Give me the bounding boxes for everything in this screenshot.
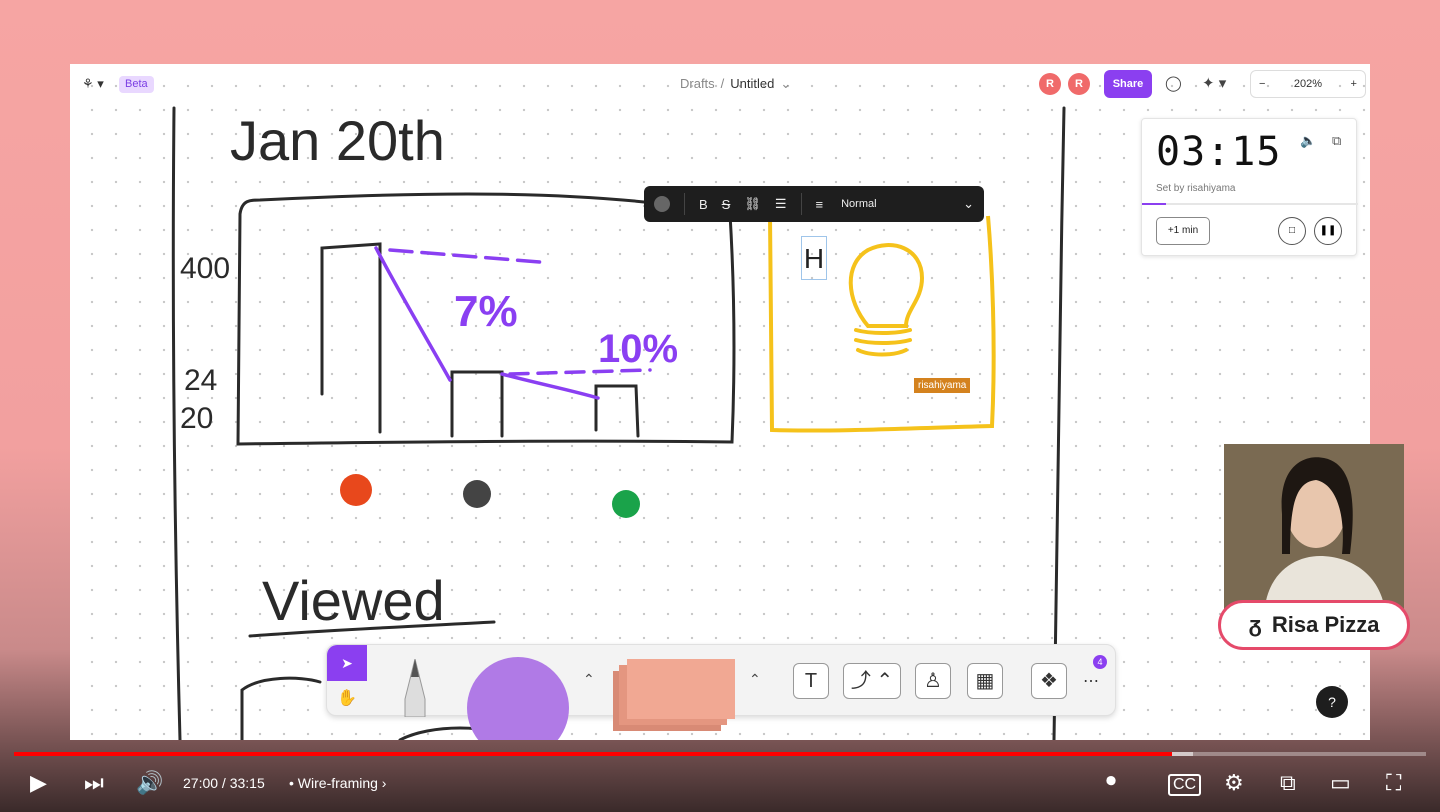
theater-button[interactable]: ▭ bbox=[1330, 770, 1351, 796]
played-bar bbox=[14, 752, 1172, 756]
player-controls: ▶ ⏭ 🔊 27:00 / 33:15 • Wire-framing › ⏺ C… bbox=[0, 762, 1440, 806]
notification-badge: 4 bbox=[1093, 655, 1107, 669]
whiteboard-window: ⚘ ▾ Beta Drafts / Untitled ⌄ R R Share ◯… bbox=[70, 64, 1370, 740]
dark-dot bbox=[463, 480, 491, 508]
presenter-name: Risa Pizza bbox=[1271, 612, 1380, 637]
strikethrough-button[interactable]: S bbox=[722, 197, 731, 212]
webcam-image bbox=[1224, 444, 1404, 620]
components-icon: ❖ bbox=[1040, 670, 1058, 692]
play-button[interactable]: ▶ bbox=[30, 770, 47, 796]
board-left-line bbox=[171, 106, 182, 740]
list-icon[interactable]: ☰ bbox=[775, 196, 787, 212]
divider bbox=[800, 193, 802, 215]
sticky-note-tool[interactable] bbox=[627, 659, 735, 719]
stamp-icon: ♙ bbox=[924, 670, 942, 692]
cursor-label: risahiyama bbox=[914, 378, 971, 393]
trend-line-1 bbox=[374, 246, 452, 382]
align-icon[interactable]: ≡ bbox=[816, 197, 824, 212]
trend-dash-1 bbox=[388, 248, 542, 264]
cursor-arrow-icon: ➤ bbox=[341, 655, 353, 671]
section-tool[interactable]: ▦ bbox=[967, 663, 1003, 699]
pause-button[interactable]: ❚❚ bbox=[1314, 217, 1342, 245]
lightbulb-icon bbox=[848, 243, 925, 328]
creation-toolbar: ➤ ✋ ⌃ ⌃ T ⤴ ⌃ ♙ ▦ ❖ 4 ⋯ bbox=[326, 644, 1116, 740]
webcam-overlay bbox=[1224, 444, 1404, 620]
y-label-mid: 24 bbox=[184, 364, 217, 397]
popout-icon[interactable]: ⧉ bbox=[1332, 133, 1341, 149]
name-tag: ᵹ Risa Pizza bbox=[1218, 600, 1410, 650]
captions-button[interactable]: CC bbox=[1168, 774, 1202, 796]
color-swatch[interactable] bbox=[654, 196, 670, 212]
percent-label-2: 10% bbox=[598, 327, 678, 371]
viewed-heading: Viewed bbox=[262, 569, 445, 632]
timer-widget: 03:15 🔈 ⧉ Set by risahiyama +1 min □ ❚❚ bbox=[1141, 118, 1358, 256]
components-tool[interactable]: ❖ bbox=[1031, 663, 1067, 699]
add-minute-button[interactable]: +1 min bbox=[1156, 217, 1210, 245]
chevron-down-icon[interactable]: ⌄ bbox=[963, 196, 974, 212]
progress-bar[interactable] bbox=[14, 752, 1426, 756]
help-button[interactable]: ? bbox=[1316, 686, 1348, 718]
link-icon[interactable]: ⛓ bbox=[744, 196, 761, 212]
sticky-text[interactable]: H bbox=[801, 236, 827, 280]
time-display: 27:00 / 33:15 bbox=[183, 775, 265, 791]
settings-icon[interactable]: ⚙ bbox=[1224, 770, 1244, 796]
shape-tool[interactable] bbox=[467, 657, 569, 740]
chapter-label: Wire-framing bbox=[297, 775, 378, 791]
bar-1 bbox=[320, 242, 382, 434]
stop-button[interactable]: □ bbox=[1278, 217, 1306, 245]
more-icon[interactable]: ⋯ bbox=[1083, 671, 1099, 691]
red-dot bbox=[340, 474, 372, 506]
text-format-toolbar: B S ⛓ ☰ ≡ Normal ⌄ bbox=[644, 186, 984, 222]
stamp-tool[interactable]: ♙ bbox=[915, 663, 951, 699]
hand-icon: ✋ bbox=[337, 690, 357, 707]
timer-display: 03:15 bbox=[1156, 129, 1282, 175]
bar-2 bbox=[450, 370, 504, 438]
y-label-low: 20 bbox=[180, 402, 213, 435]
select-tool[interactable]: ➤ bbox=[327, 645, 367, 681]
autoplay-toggle[interactable]: ⏺ bbox=[1106, 770, 1116, 793]
text-tool[interactable]: T bbox=[793, 663, 829, 699]
hand-tool[interactable]: ✋ bbox=[327, 681, 367, 717]
chapter-link[interactable]: • Wire-framing › bbox=[289, 775, 386, 791]
sketch-date: Jan 20th bbox=[230, 109, 445, 172]
fullscreen-button[interactable]: ⛶ bbox=[1386, 770, 1401, 796]
timer-set-by: Set by risahiyama bbox=[1156, 183, 1236, 194]
chevron-up-icon[interactable]: ⌃ bbox=[749, 671, 761, 688]
miniplayer-button[interactable]: ⧉ bbox=[1280, 770, 1296, 796]
section-icon: ▦ bbox=[975, 670, 995, 692]
timer-progress bbox=[1142, 203, 1358, 205]
chapter-bullet: • bbox=[289, 775, 294, 791]
connector-icon: ⤴ ⌃ bbox=[850, 670, 894, 692]
percent-label-1: 7% bbox=[454, 287, 518, 336]
trend-line-2 bbox=[500, 372, 600, 400]
chevron-up-icon[interactable]: ⌃ bbox=[583, 671, 595, 688]
speaker-icon[interactable]: 🔈 bbox=[1300, 133, 1316, 149]
video-player[interactable]: ⚘ ▾ Beta Drafts / Untitled ⌄ R R Share ◯… bbox=[0, 0, 1440, 812]
timer-progress-fill bbox=[1142, 203, 1166, 205]
bar-3 bbox=[594, 384, 640, 438]
bold-button[interactable]: B bbox=[699, 197, 708, 212]
connector-tool[interactable]: ⤴ ⌃ bbox=[843, 663, 901, 699]
volume-button[interactable]: 🔊 bbox=[136, 770, 163, 796]
divider bbox=[684, 193, 685, 215]
bottom-shape bbox=[240, 676, 322, 740]
text-style-select[interactable]: Normal bbox=[841, 198, 876, 210]
brand-icon: ᵹ bbox=[1248, 612, 1262, 637]
green-dot bbox=[612, 490, 640, 518]
pen-tool[interactable] bbox=[395, 659, 435, 717]
y-label-top: 400 bbox=[180, 252, 230, 285]
next-button[interactable]: ⏭ bbox=[84, 770, 104, 796]
